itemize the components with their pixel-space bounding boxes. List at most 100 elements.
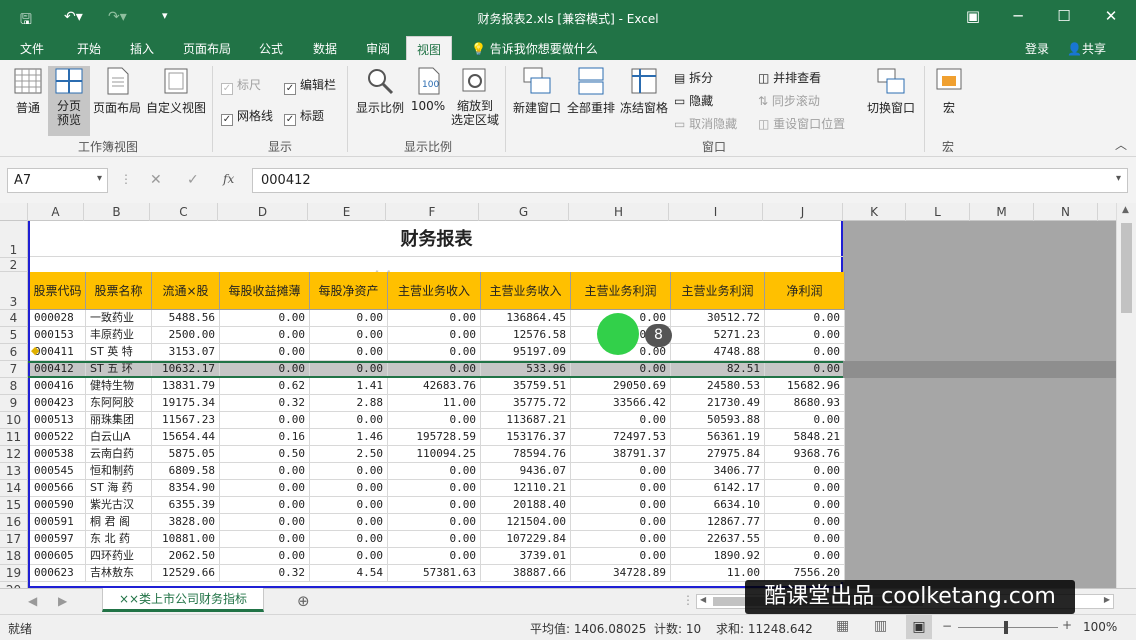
table-cell[interactable]: 19175.34 bbox=[152, 395, 220, 412]
tab-page-layout[interactable]: 页面布局 bbox=[183, 40, 231, 57]
stock-code-cell[interactable]: 000028 bbox=[30, 310, 86, 327]
row-header[interactable]: 16 bbox=[0, 514, 28, 531]
side-by-side-button[interactable]: ◫ 并排查看 bbox=[758, 69, 821, 86]
tab-insert[interactable]: 插入 bbox=[130, 40, 154, 57]
table-cell[interactable]: 35775.72 bbox=[481, 395, 571, 412]
table-cell[interactable]: 0.00 bbox=[388, 344, 481, 361]
table-cell[interactable]: 0.00 bbox=[388, 310, 481, 327]
select-all-corner[interactable] bbox=[0, 203, 28, 221]
table-cell[interactable]: 33566.42 bbox=[571, 395, 671, 412]
row-header[interactable]: 1 bbox=[0, 221, 28, 258]
tab-data[interactable]: 数据 bbox=[313, 40, 337, 57]
table-cell[interactable]: 0.00 bbox=[388, 412, 481, 429]
table-cell[interactable]: 72497.53 bbox=[571, 429, 671, 446]
table-cell[interactable]: 东 北 药 bbox=[86, 531, 152, 548]
table-header-cell[interactable]: 股票名称 bbox=[86, 272, 152, 310]
column-header-i[interactable]: I bbox=[669, 203, 763, 221]
sync-scroll-button[interactable]: ⇅ 同步滚动 bbox=[758, 92, 820, 109]
sheet-title[interactable]: 财务报表 bbox=[30, 221, 843, 257]
stock-code-cell[interactable]: 000545 bbox=[30, 463, 86, 480]
table-cell[interactable]: 0.16 bbox=[220, 429, 310, 446]
scroll-left-icon[interactable]: ◀ bbox=[700, 595, 706, 604]
tab-view[interactable]: 视图 bbox=[406, 36, 453, 60]
tab-formulas[interactable]: 公式 bbox=[259, 40, 283, 57]
table-cell[interactable]: 12576.58 bbox=[481, 327, 571, 344]
table-cell[interactable]: ST 英 特 bbox=[86, 344, 152, 361]
tell-me-search[interactable]: 💡 告诉我你想要做什么 bbox=[471, 40, 598, 57]
table-cell[interactable]: ST 海 药 bbox=[86, 480, 152, 497]
table-cell[interactable]: 0.00 bbox=[220, 531, 310, 548]
table-cell[interactable]: 0.00 bbox=[571, 463, 671, 480]
table-cell[interactable]: 0.00 bbox=[310, 548, 388, 565]
table-cell[interactable]: 丰原药业 bbox=[86, 327, 152, 344]
table-cell[interactable]: 0.00 bbox=[310, 310, 388, 327]
table-cell[interactable]: 0.00 bbox=[571, 412, 671, 429]
table-header-cell[interactable]: 流通×股 bbox=[152, 272, 220, 310]
table-cell[interactable]: 12110.21 bbox=[481, 480, 571, 497]
stock-code-cell[interactable]: 000566 bbox=[30, 480, 86, 497]
table-header-cell[interactable]: 净利润 bbox=[765, 272, 845, 310]
column-header-h[interactable]: H bbox=[569, 203, 669, 221]
split-button[interactable]: ▤ 拆分 bbox=[674, 69, 713, 86]
table-cell[interactable]: 0.00 bbox=[388, 514, 481, 531]
table-header-cell[interactable]: 每股收益摊薄 bbox=[220, 272, 310, 310]
table-cell[interactable]: 2500.00 bbox=[152, 327, 220, 344]
table-cell[interactable]: 5488.56 bbox=[152, 310, 220, 327]
column-header-m[interactable]: M bbox=[970, 203, 1034, 221]
table-cell[interactable]: 3739.01 bbox=[481, 548, 571, 565]
zoom-level[interactable]: 100% bbox=[1083, 620, 1117, 634]
table-cell[interactable]: 0.00 bbox=[220, 344, 310, 361]
table-cell[interactable]: 0.00 bbox=[765, 531, 845, 548]
table-cell[interactable]: 8680.93 bbox=[765, 395, 845, 412]
table-cell[interactable]: 136864.45 bbox=[481, 310, 571, 327]
minimize-button[interactable]: ─ bbox=[1003, 7, 1033, 25]
table-cell[interactable]: 0.00 bbox=[388, 497, 481, 514]
table-cell[interactable]: 0.00 bbox=[220, 497, 310, 514]
row-header[interactable]: 17 bbox=[0, 531, 28, 548]
stock-code-cell[interactable]: 000538 bbox=[30, 446, 86, 463]
table-cell[interactable]: 0.00 bbox=[310, 531, 388, 548]
expand-formula-icon[interactable]: ▾ bbox=[1116, 173, 1121, 184]
zoom-100-button[interactable]: 100 100% bbox=[409, 66, 447, 113]
row-header[interactable]: 8 bbox=[0, 378, 28, 395]
prev-sheet-icon[interactable]: ◀ bbox=[28, 594, 37, 608]
row-header[interactable]: 9 bbox=[0, 395, 28, 412]
table-cell[interactable]: 38791.37 bbox=[571, 446, 671, 463]
table-cell[interactable]: 95197.09 bbox=[481, 344, 571, 361]
table-cell[interactable]: 5875.05 bbox=[152, 446, 220, 463]
table-cell[interactable]: 107229.84 bbox=[481, 531, 571, 548]
table-cell[interactable]: 0.00 bbox=[310, 327, 388, 344]
table-cell[interactable]: 4.54 bbox=[310, 565, 388, 582]
table-cell[interactable]: 0.00 bbox=[571, 531, 671, 548]
table-cell[interactable]: 0.00 bbox=[310, 497, 388, 514]
table-cell[interactable]: 22637.55 bbox=[671, 531, 765, 548]
table-header-cell[interactable]: 主营业务利润 bbox=[671, 272, 765, 310]
page-layout-icon[interactable]: ▥ bbox=[874, 618, 887, 634]
zoom-slider-thumb[interactable] bbox=[1004, 621, 1008, 634]
cancel-icon[interactable]: ✕ bbox=[150, 172, 162, 188]
table-cell[interactable]: 15682.96 bbox=[765, 378, 845, 395]
table-header-cell[interactable]: 每股净资产 bbox=[310, 272, 388, 310]
add-sheet-icon[interactable]: ⊕ bbox=[297, 592, 310, 610]
table-cell[interactable]: 2.50 bbox=[310, 446, 388, 463]
formula-bar-checkbox[interactable]: ✓ 编辑栏 bbox=[284, 76, 336, 95]
switch-windows-button[interactable]: 切换窗口 bbox=[865, 66, 917, 116]
table-cell[interactable]: 白云山A bbox=[86, 429, 152, 446]
table-cell[interactable]: 6809.58 bbox=[152, 463, 220, 480]
table-cell[interactable]: 153176.37 bbox=[481, 429, 571, 446]
stock-code-cell[interactable]: 000153 bbox=[30, 327, 86, 344]
tab-file[interactable]: 文件 bbox=[20, 40, 44, 57]
stock-code-cell[interactable]: 000513 bbox=[30, 412, 86, 429]
table-cell[interactable]: 20188.40 bbox=[481, 497, 571, 514]
insert-function-icon[interactable]: fx bbox=[223, 172, 234, 186]
table-cell[interactable]: 0.62 bbox=[220, 378, 310, 395]
row-header[interactable]: 4 bbox=[0, 310, 28, 327]
table-cell[interactable]: 云南白药 bbox=[86, 446, 152, 463]
table-cell[interactable]: 0.00 bbox=[388, 463, 481, 480]
table-cell[interactable]: 0.00 bbox=[310, 480, 388, 497]
vertical-scrollbar[interactable]: ▲ bbox=[1116, 203, 1136, 588]
table-cell[interactable]: 113687.21 bbox=[481, 412, 571, 429]
arrange-all-button[interactable]: 全部重排 bbox=[566, 66, 616, 116]
column-header-g[interactable]: G bbox=[479, 203, 569, 221]
row-header[interactable]: 18 bbox=[0, 548, 28, 565]
